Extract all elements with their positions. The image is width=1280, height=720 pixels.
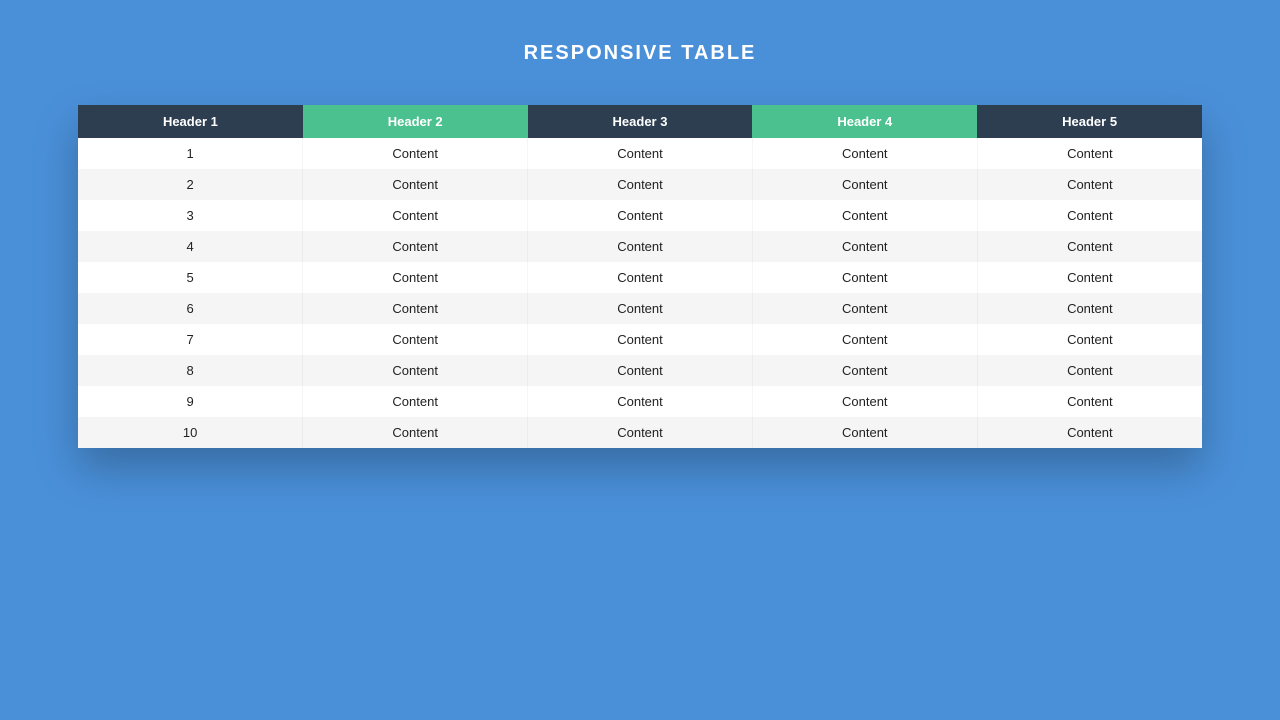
cell: Content: [752, 417, 977, 448]
table-container: Header 1 Header 2 Header 3 Header 4 Head…: [78, 105, 1202, 448]
cell: Content: [752, 200, 977, 231]
cell: Content: [303, 262, 528, 293]
cell: 3: [78, 200, 303, 231]
cell: Content: [303, 169, 528, 200]
cell: 8: [78, 355, 303, 386]
cell: Content: [977, 324, 1202, 355]
cell: Content: [303, 138, 528, 169]
cell: Content: [528, 169, 753, 200]
table-row: 4 Content Content Content Content: [78, 231, 1202, 262]
cell: Content: [977, 262, 1202, 293]
cell: Content: [977, 293, 1202, 324]
cell: Content: [303, 355, 528, 386]
cell: Content: [528, 231, 753, 262]
cell: Content: [303, 200, 528, 231]
cell: Content: [752, 386, 977, 417]
cell: Content: [752, 355, 977, 386]
cell: Content: [528, 324, 753, 355]
cell: Content: [303, 293, 528, 324]
cell: Content: [303, 417, 528, 448]
cell: Content: [752, 231, 977, 262]
cell: 6: [78, 293, 303, 324]
header-row: Header 1 Header 2 Header 3 Header 4 Head…: [78, 105, 1202, 138]
table-body: 1 Content Content Content Content 2 Cont…: [78, 138, 1202, 448]
cell: 9: [78, 386, 303, 417]
cell: Content: [528, 417, 753, 448]
cell: Content: [977, 231, 1202, 262]
table-row: 2 Content Content Content Content: [78, 169, 1202, 200]
cell: Content: [303, 324, 528, 355]
table-row: 3 Content Content Content Content: [78, 200, 1202, 231]
cell: Content: [303, 386, 528, 417]
cell: 5: [78, 262, 303, 293]
cell: Content: [752, 293, 977, 324]
table-row: 9 Content Content Content Content: [78, 386, 1202, 417]
cell: Content: [528, 262, 753, 293]
col-header-2: Header 2: [303, 105, 528, 138]
cell: Content: [977, 355, 1202, 386]
table-row: 5 Content Content Content Content: [78, 262, 1202, 293]
data-table: Header 1 Header 2 Header 3 Header 4 Head…: [78, 105, 1202, 448]
col-header-4: Header 4: [752, 105, 977, 138]
table-row: 10 Content Content Content Content: [78, 417, 1202, 448]
cell: Content: [528, 293, 753, 324]
table-row: 6 Content Content Content Content: [78, 293, 1202, 324]
cell: Content: [977, 386, 1202, 417]
page-title: RESPONSIVE TABLE: [0, 0, 1280, 105]
col-header-5: Header 5: [977, 105, 1202, 138]
col-header-3: Header 3: [528, 105, 753, 138]
table-row: 1 Content Content Content Content: [78, 138, 1202, 169]
cell: Content: [977, 169, 1202, 200]
cell: Content: [977, 200, 1202, 231]
cell: Content: [977, 417, 1202, 448]
cell: 7: [78, 324, 303, 355]
cell: Content: [528, 386, 753, 417]
cell: Content: [752, 138, 977, 169]
cell: Content: [752, 324, 977, 355]
cell: 2: [78, 169, 303, 200]
table-head: Header 1 Header 2 Header 3 Header 4 Head…: [78, 105, 1202, 138]
cell: Content: [752, 169, 977, 200]
cell: Content: [303, 231, 528, 262]
cell: Content: [752, 262, 977, 293]
table-row: 8 Content Content Content Content: [78, 355, 1202, 386]
cell: Content: [528, 355, 753, 386]
cell: Content: [528, 138, 753, 169]
cell: Content: [528, 200, 753, 231]
cell: Content: [977, 138, 1202, 169]
cell: 10: [78, 417, 303, 448]
cell: 1: [78, 138, 303, 169]
cell: 4: [78, 231, 303, 262]
table-row: 7 Content Content Content Content: [78, 324, 1202, 355]
col-header-1: Header 1: [78, 105, 303, 138]
